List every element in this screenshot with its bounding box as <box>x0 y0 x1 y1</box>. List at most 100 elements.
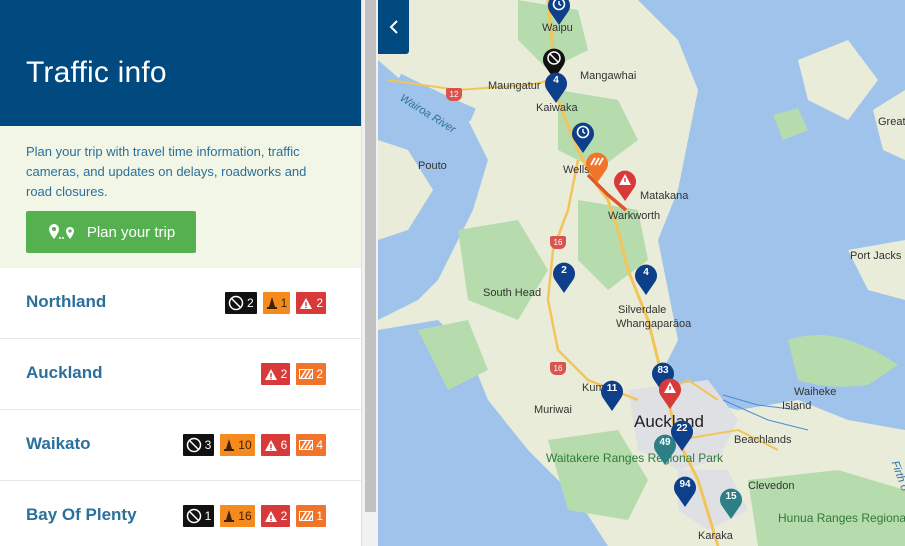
camera-marker[interactable]: 94 <box>672 474 698 508</box>
hazard-marker[interactable] <box>612 168 638 202</box>
badge-count: 1 <box>280 296 288 310</box>
badge-count: 2 <box>280 367 288 381</box>
road-closed-icon <box>186 508 201 524</box>
road-closed-icon <box>186 437 201 453</box>
marker-count: 2 <box>561 265 567 276</box>
roadworks-marker[interactable] <box>584 150 610 184</box>
badge-count: 1 <box>204 509 212 523</box>
badge-count: 2 <box>280 509 288 523</box>
works-badge: 1 <box>262 292 291 314</box>
map-label-waitakere: Waitakere Ranges Regional Park <box>546 451 723 465</box>
map-label-mangawhai: Mangawhai <box>580 70 637 82</box>
badge-count: 6 <box>280 438 288 452</box>
region-badges: 2 1 2 <box>224 292 326 314</box>
map-label-warkworth: Warkworth <box>608 210 661 222</box>
map-label-matakana: Matakana <box>640 190 689 202</box>
region-badges: 2 2 <box>260 363 326 385</box>
camera-marker[interactable]: 49 <box>652 432 678 466</box>
traffic-cone-icon <box>266 297 277 309</box>
badge-count: 1 <box>316 509 323 523</box>
map-label-muriwai: Muriwai <box>534 404 572 416</box>
map-label-whangaparaoa: Whangaparāoa <box>616 318 692 330</box>
camera-marker[interactable]: 2 <box>551 260 577 294</box>
hazard-badge: 6 <box>260 434 291 456</box>
plan-trip-button[interactable]: Plan your trip <box>26 211 196 253</box>
barrier-stripes-icon <box>299 511 314 521</box>
sidebar-header: Traffic info <box>0 0 361 126</box>
barrier-pin-icon <box>586 152 608 183</box>
traffic-cone-icon <box>224 439 235 451</box>
region-badges: 1 16 2 1 <box>182 505 326 527</box>
map-label-clevedon: Clevedon <box>748 480 795 492</box>
state-highway-shield: 16 <box>550 362 566 375</box>
map-label-south-head: South Head <box>483 287 542 299</box>
map-label-waiheke: Waiheke <box>794 386 837 398</box>
map-label-great-barrier: Great <box>878 116 905 128</box>
badge-count: 4 <box>316 438 323 452</box>
region-row-bay-of-plenty[interactable]: Bay Of Plenty 1 16 2 1 <box>0 481 361 546</box>
traffic-sidebar: Traffic info Plan your trip with travel … <box>0 0 361 546</box>
closure-badge: 2 <box>224 292 257 314</box>
barrier-stripes-icon <box>299 440 314 450</box>
roadworks-badge: 4 <box>296 434 326 456</box>
warning-pin-icon <box>614 170 636 201</box>
hazard-badge: 2 <box>260 363 291 385</box>
chevron-left-icon <box>389 20 398 34</box>
scrollbar-thumb[interactable] <box>365 0 376 512</box>
badge-count: 16 <box>238 509 252 523</box>
warning-triangle-icon <box>264 510 277 522</box>
marker-count: 4 <box>553 75 559 86</box>
region-row-auckland[interactable]: Auckland 2 2 <box>0 339 361 410</box>
travel-time-marker[interactable] <box>546 0 572 26</box>
warning-triangle-icon <box>264 439 277 451</box>
plan-trip-label: Plan your trip <box>86 223 176 241</box>
roadworks-badge: 2 <box>296 363 326 385</box>
sidebar-scrollbar[interactable] <box>361 0 379 546</box>
badge-count: 2 <box>316 296 323 310</box>
camera-marker[interactable]: 15 <box>718 486 744 520</box>
region-row-waikato[interactable]: Waikato 3 10 6 4 <box>0 410 361 481</box>
roadworks-badge: 1 <box>296 505 326 527</box>
works-badge: 16 <box>220 505 255 527</box>
traffic-cone-icon <box>224 510 235 522</box>
warning-pin-icon <box>659 378 681 409</box>
marker-count: 94 <box>679 479 691 490</box>
camera-marker[interactable]: 4 <box>633 262 659 296</box>
hazard-marker[interactable] <box>657 376 683 410</box>
clock-pin-icon <box>572 122 594 153</box>
travel-time-marker[interactable] <box>570 120 596 154</box>
map-label-pouto: Pouto <box>418 160 447 172</box>
region-name[interactable]: Northland <box>26 292 106 312</box>
region-name[interactable]: Bay Of Plenty <box>26 505 137 525</box>
route-pins-icon <box>48 224 74 239</box>
marker-count: 11 <box>606 383 618 394</box>
marker-count: 15 <box>725 491 737 502</box>
collapse-sidebar-button[interactable] <box>378 0 409 54</box>
map-label-hunua: Hunua Ranges Regional Park <box>778 511 905 525</box>
camera-marker[interactable]: 11 <box>599 378 625 412</box>
traffic-map[interactable]: Waipu Mangawhai Maungatur Kaiwaka Wairoa… <box>378 0 905 546</box>
map-label-waiheke-island: Island <box>782 400 812 412</box>
marker-count: 4 <box>643 267 649 278</box>
page-title: Traffic info <box>26 56 167 89</box>
map-label-port-jackson: Port Jacks <box>850 250 902 262</box>
region-row-northland[interactable]: Northland 2 1 2 <box>0 268 361 339</box>
works-badge: 10 <box>220 434 255 456</box>
region-name[interactable]: Waikato <box>26 434 91 454</box>
intro-text: Plan your trip with travel time informat… <box>26 144 307 199</box>
map-label-maungaturoto: Maungatur <box>488 80 541 92</box>
road-closed-icon <box>228 295 244 311</box>
hazard-badge: 2 <box>260 505 291 527</box>
closure-badge: 1 <box>182 505 215 527</box>
closure-badge: 3 <box>182 434 215 456</box>
camera-marker[interactable]: 4 <box>543 70 569 104</box>
map-label-karaka: Karaka <box>698 530 733 542</box>
badge-count: 3 <box>204 438 212 452</box>
state-highway-shield: 16 <box>550 236 566 249</box>
map-label-silverdale: Silverdale <box>618 304 667 316</box>
marker-count: 49 <box>659 437 671 448</box>
region-name[interactable]: Auckland <box>26 363 103 383</box>
hazard-badge: 2 <box>296 292 326 314</box>
region-badges: 3 10 6 4 <box>182 434 326 456</box>
warning-triangle-icon <box>300 297 313 309</box>
